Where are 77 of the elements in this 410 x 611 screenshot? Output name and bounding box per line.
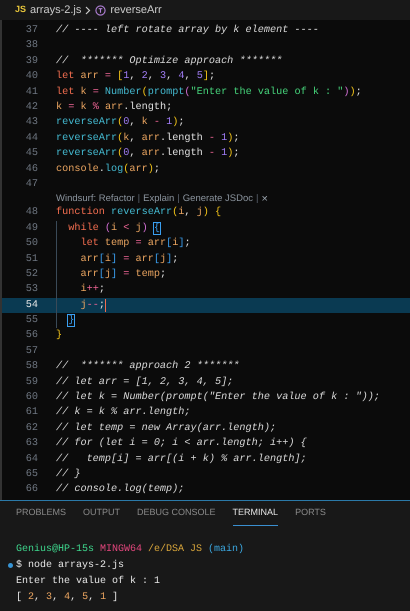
code-line: // ******* Optimize approach ******* (56, 54, 282, 69)
code-line: arr[j] = temp; (79, 268, 166, 282)
code-line: reverseArr(0, k - 1); (56, 116, 184, 130)
terminal-line: Enter the value of k : 1 (16, 574, 160, 588)
line-number: 37 (24, 24, 38, 38)
code-line: // for (let i = 0; i < arr.length; i++) { (56, 436, 307, 452)
codelens-close[interactable]: × (261, 190, 268, 208)
code-line: // let k = Number(prompt("Enter the value of k : ")); (56, 390, 380, 406)
js-file-icon: JS (15, 3, 26, 17)
line-number: 51 (24, 252, 38, 267)
code-line: let arr = [1, 2, 3, 4, 5]; (56, 70, 216, 84)
line-number: 53 (24, 283, 38, 298)
breadcrumb-file[interactable]: arrays-2.js (30, 2, 82, 18)
codelens-separator: | (256, 192, 258, 206)
code-line: // k = k % arr.length; (56, 406, 190, 420)
line-number: 63 (24, 437, 38, 452)
panel-tab[interactable]: OUTPUT (83, 501, 120, 526)
text-cursor (104, 298, 106, 312)
code-line: // temp[i] = arr[(i + k) % arr.length]; (56, 452, 307, 467)
line-number: 52 (24, 268, 38, 282)
line-number: 49 (24, 222, 38, 236)
line-number: 57 (24, 344, 38, 359)
codelens-link[interactable]: Windsurf: Refactor (56, 192, 135, 206)
line-number: 48 (24, 206, 38, 220)
code-line: function reverseArr(i, j) { (56, 206, 222, 220)
line-number: 44 (24, 132, 38, 146)
line-number: 38 (24, 39, 38, 54)
code-line: k = k % arr.length; (56, 100, 172, 115)
line-number: 59 (24, 376, 38, 390)
line-number: 42 (24, 101, 38, 115)
line-number: 61 (24, 406, 38, 420)
line-number: 58 (24, 360, 38, 374)
line-number: 62 (24, 422, 38, 436)
line-number: 45 (24, 147, 38, 162)
line-number: 47 (24, 178, 38, 192)
line-number: 54 (24, 298, 38, 313)
terminal-line: Genius@HP-15s MINGW64 /e/DSA JS (main) (16, 542, 244, 556)
breadcrumb-symbol[interactable]: reverseArr (110, 2, 162, 18)
line-number: 43 (24, 116, 38, 130)
line-number: 66 (24, 483, 38, 498)
code-line: j--; (79, 298, 105, 313)
line-number: 39 (24, 54, 38, 69)
terminal-line: [ 2, 3, 4, 5, 1 ] (16, 590, 118, 604)
line-number: 60 (24, 391, 38, 406)
code-line: // ---- left rotate array by k element ---- (56, 24, 319, 38)
code-line: // } (56, 468, 80, 482)
line-number: 50 (24, 237, 38, 252)
code-line: i++; (79, 282, 105, 298)
code-line: reverseArr(0, arr.length - 1); (56, 146, 240, 162)
panel-tab[interactable]: DEBUG CONSOLE (137, 501, 216, 526)
terminal-line: $ node arrays-2.js (16, 558, 124, 572)
line-number: 40 (24, 70, 38, 84)
code-line: } (56, 328, 62, 344)
chevron-right-icon (85, 6, 92, 14)
function-symbol-icon (95, 4, 106, 16)
code-line: reverseArr(k, arr.length - 1); (56, 132, 240, 146)
panel-tab[interactable]: TERMINAL (232, 501, 278, 526)
line-number: 65 (24, 468, 38, 482)
code-line: // console.log(temp); (56, 482, 184, 498)
line-number: 64 (24, 452, 38, 467)
line-number: 46 (24, 162, 38, 177)
line-number: 41 (24, 86, 38, 100)
code-line: console.log(arr); (56, 162, 160, 177)
code-line: let temp = arr[i]; (79, 236, 191, 252)
code-line: // ******* approach 2 ******* (56, 360, 240, 374)
line-number: 55 (24, 314, 38, 328)
code-line: arr[i] = arr[j]; (79, 252, 178, 267)
code-line: // let temp = new Array(arr.length); (56, 422, 276, 436)
codelens-separator: | (138, 192, 140, 206)
code-line: let k = Number(prompt("Enter the value of k : ")); (56, 86, 362, 100)
codelens-link[interactable]: Generate JSDoc (182, 192, 254, 206)
codelens-link[interactable]: Explain (143, 192, 174, 206)
code-line: // let arr = [1, 2, 3, 4, 5]; (56, 376, 234, 390)
panel-tab[interactable]: PORTS (295, 501, 326, 526)
line-number: 56 (24, 329, 38, 344)
codelens-separator: | (177, 192, 180, 206)
panel-tab[interactable]: PROBLEMS (16, 501, 66, 526)
